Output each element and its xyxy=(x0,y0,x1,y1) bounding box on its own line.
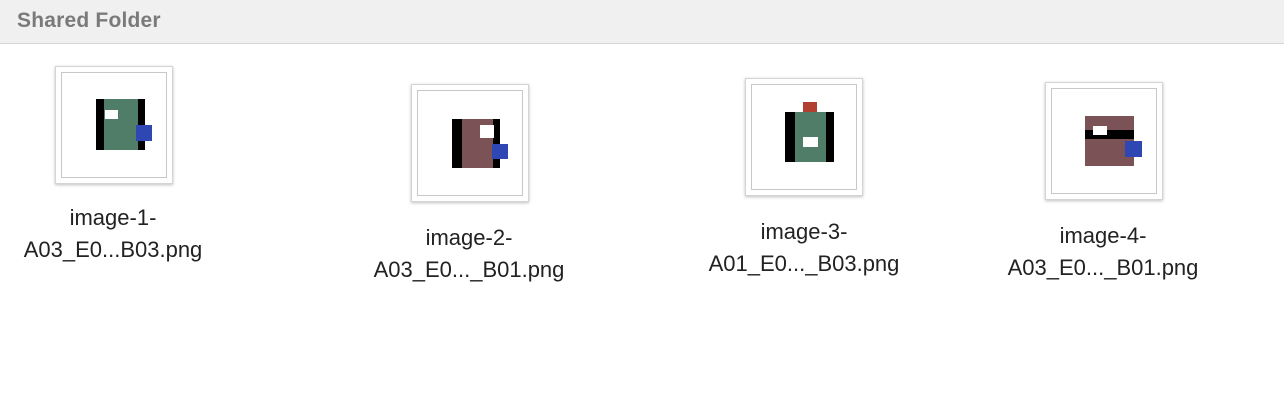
file-name-line2: A03_E0...B03.png xyxy=(23,237,203,262)
image-thumbnail-icon xyxy=(1085,116,1142,166)
file-name-line2: A01_E0..._B03.png xyxy=(708,251,900,276)
image-thumbnail-icon xyxy=(96,99,152,150)
window-title: Shared Folder xyxy=(17,9,161,32)
image-thumbnail-icon xyxy=(785,102,834,162)
file-name-line2: A03_E0..._B01.png xyxy=(1007,255,1199,280)
file-name-line1: image-4- xyxy=(1059,223,1147,248)
file-name-1[interactable]: image-1- A03_E0...B03.png xyxy=(0,202,243,266)
file-name-line1: image-1- xyxy=(69,205,157,230)
file-thumbnail-2[interactable] xyxy=(411,84,529,202)
file-thumbnail-1[interactable] xyxy=(55,66,173,184)
file-name-line1: image-2- xyxy=(425,225,513,250)
file-name-4[interactable]: image-4- A03_E0..._B01.png xyxy=(973,220,1233,284)
file-name-3[interactable]: image-3- A01_E0..._B03.png xyxy=(674,216,934,280)
file-thumbnail-4[interactable] xyxy=(1045,82,1163,200)
file-name-line1: image-3- xyxy=(760,219,848,244)
file-thumbnail-3[interactable] xyxy=(745,78,863,196)
window-titlebar: Shared Folder xyxy=(0,0,1284,44)
file-name-line2: A03_E0..._B01.png xyxy=(373,257,565,282)
image-thumbnail-icon xyxy=(452,119,508,168)
file-name-2[interactable]: image-2- A03_E0..._B01.png xyxy=(339,222,599,286)
